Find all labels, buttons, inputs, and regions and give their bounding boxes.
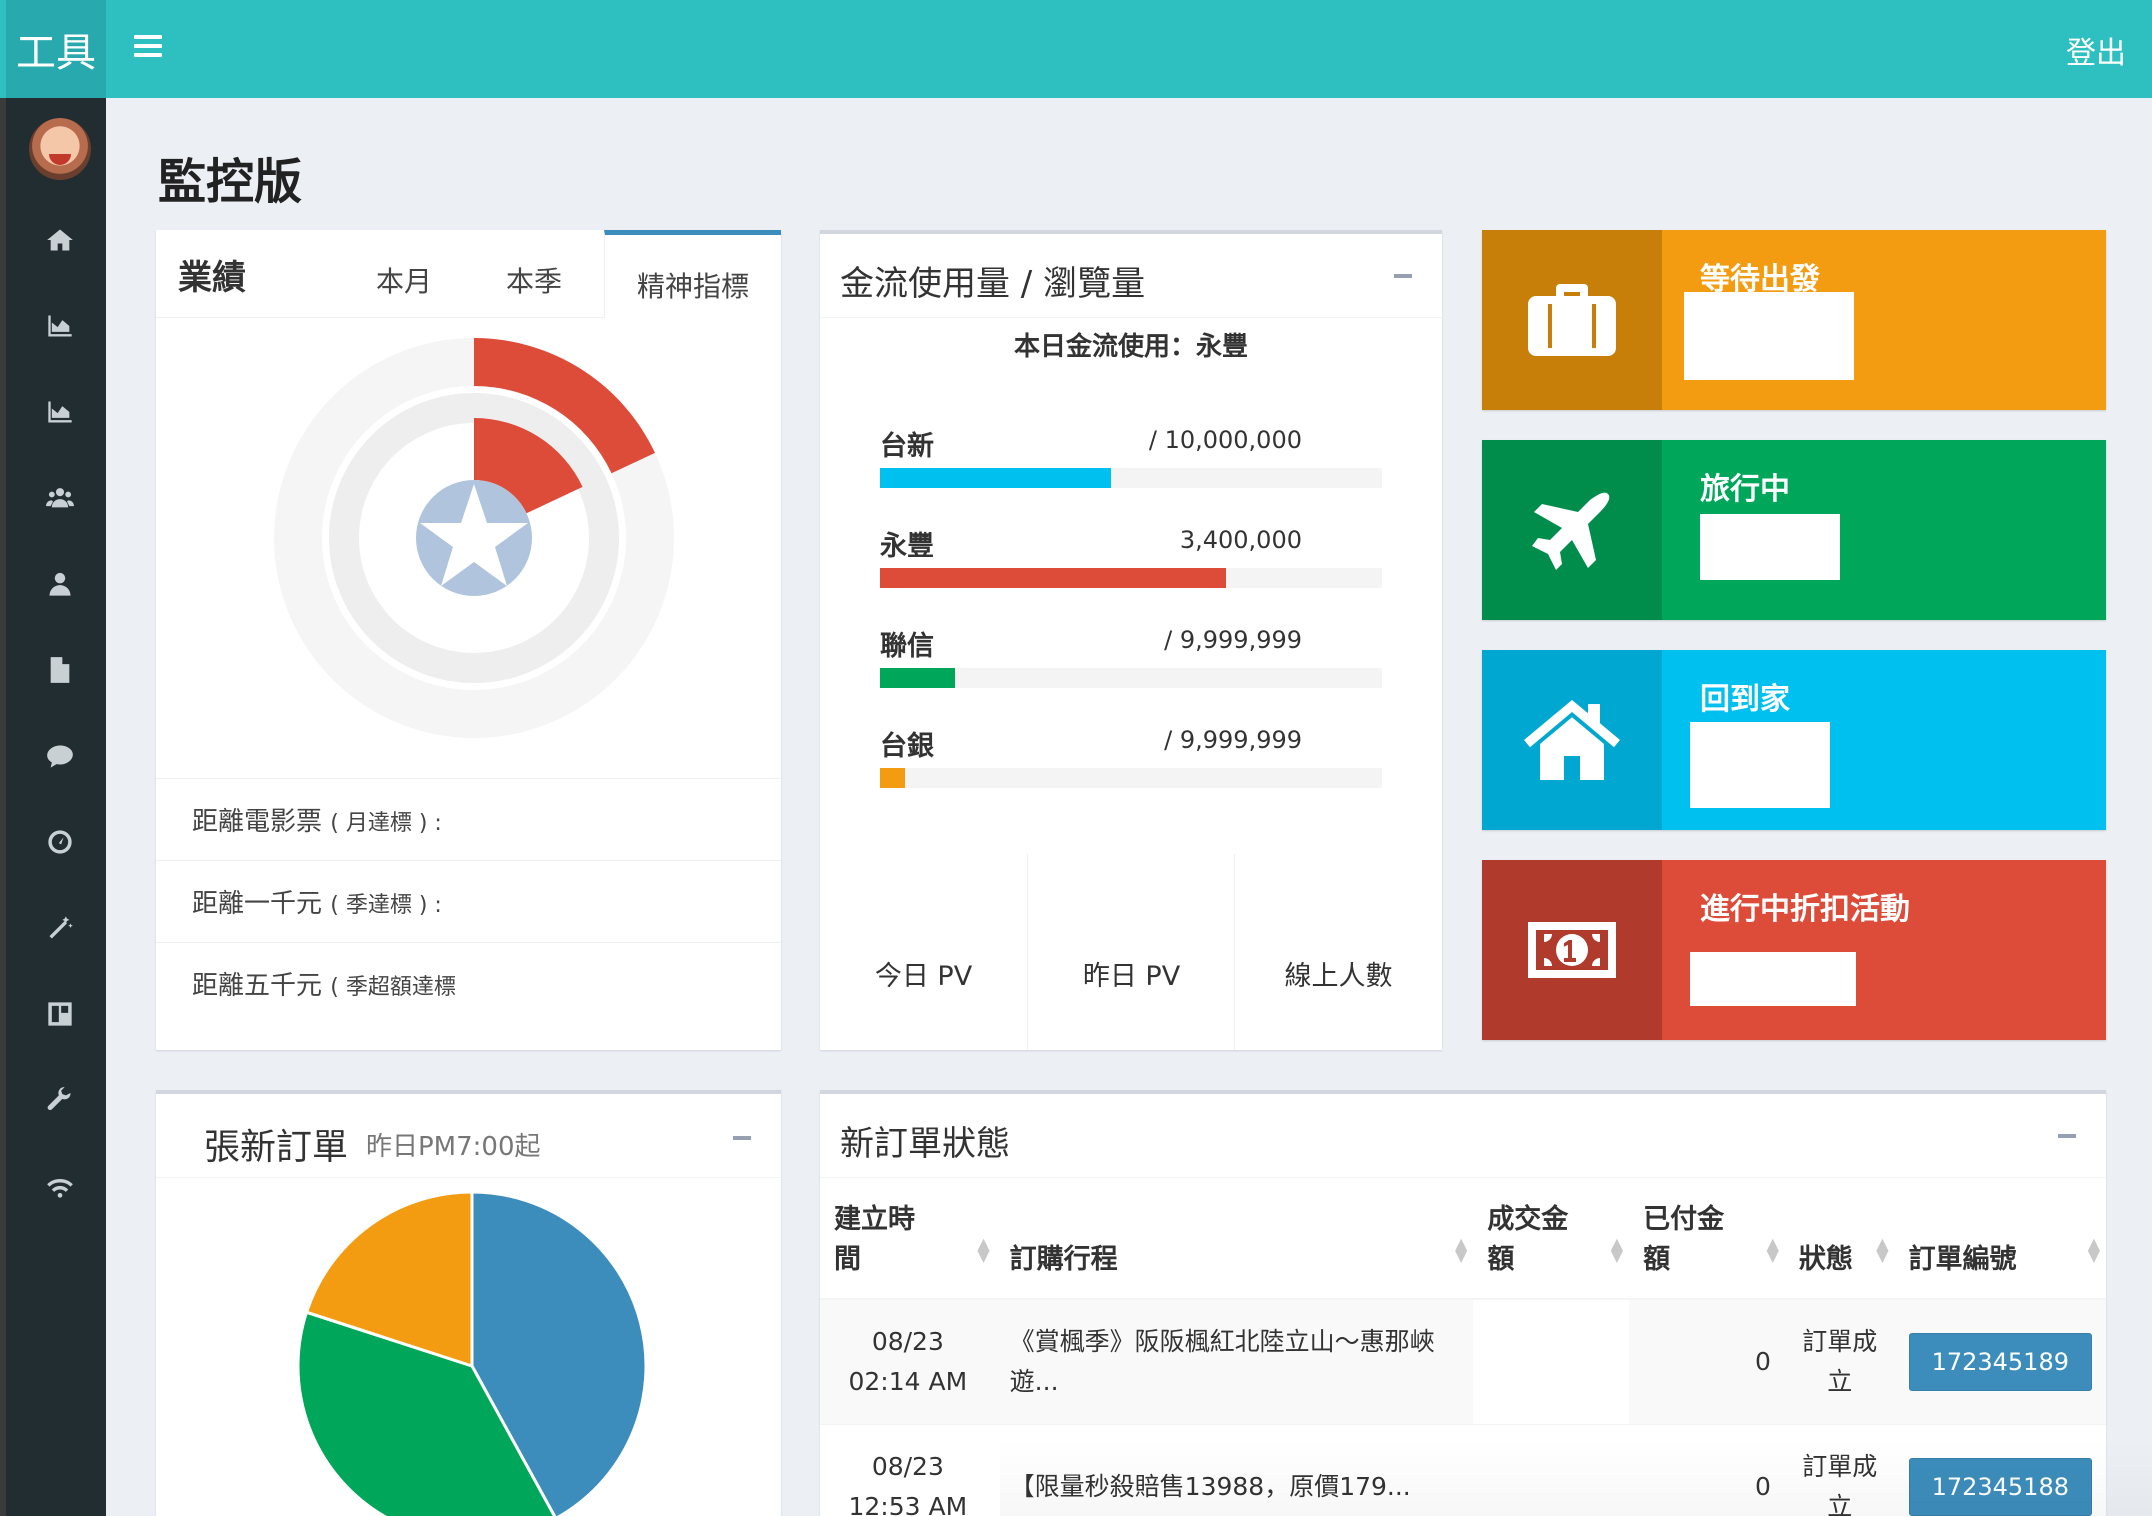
money-icon [1482,860,1662,1040]
wrench-icon[interactable] [46,1086,74,1114]
order-number-button[interactable]: 172345189 [1908,1333,2092,1391]
new-orders-box: 張新訂單 昨日PM7:00起 [156,1090,781,1516]
cell-deal-amount [1473,1424,1630,1516]
redacted-value [1690,722,1830,808]
column-header-paid-amount[interactable]: 已付金額 ▲ ▼ [1629,1178,1785,1300]
goal-row-thousand: 距離一千元 ( 季達標 ) : [156,860,781,942]
orders-title: 張新訂單 [204,1127,349,1168]
performance-title: 業績 [178,258,246,298]
file-icon[interactable] [46,656,74,684]
avatar[interactable] [29,118,91,180]
plane-icon [1482,440,1662,620]
top-navbar: 工具 登出 [0,0,2152,98]
radial-progress-chart [274,338,674,738]
stat-yesterday-pv: 昨日 PV [1027,854,1234,1050]
area-chart-icon[interactable] [46,398,74,426]
cell-order-no: 172345188 [1894,1424,2106,1516]
info-label: 回到家 [1700,682,1790,717]
orders-pie-chart [296,1190,648,1516]
tab-season[interactable]: 本季 [506,260,562,300]
table-icon[interactable] [46,1000,74,1028]
logout-link[interactable]: 登出 [2066,28,2126,72]
app-logo[interactable]: 工具 [6,0,106,98]
redacted-value [1700,514,1840,580]
menu-toggle-icon[interactable] [134,30,162,66]
column-header-state[interactable]: 狀態 ▲ ▼ [1784,1178,1895,1300]
redacted-value [1690,952,1856,1006]
collapse-icon[interactable] [2058,1134,2076,1138]
stat-online-users: 線上人數 [1234,854,1441,1050]
cell-created: 08/23 12:53 AM [820,1424,996,1516]
column-header-order-no[interactable]: 訂單編號 ▲ ▼ [1894,1178,2106,1300]
users-icon[interactable] [46,484,74,512]
home-icon [1482,650,1662,830]
payment-title: 金流使用量 / 瀏覽量 [840,264,1146,304]
orders-header: 張新訂單 昨日PM7:00起 [156,1094,781,1178]
page-title: 監控版 [158,154,303,210]
performance-box: 業績 本月 本季 精神指標 距離電影票 ( 月達標 ) : 距離一千元 ( 季達… [156,230,781,1050]
column-header-trip[interactable]: 訂購行程 ▲ ▼ [995,1178,1474,1300]
suitcase-icon [1482,230,1662,410]
cell-paid-amount: 0 [1629,1298,1785,1425]
user-icon[interactable] [46,570,74,598]
payment-subtitle: 本日金流使用：永豐 [1013,332,1248,362]
payment-usage-box: 金流使用量 / 瀏覽量 本日金流使用：永豐 台新 / 10,000,000 永豐… [820,230,1442,1050]
info-label: 進行中折扣活動 [1700,892,1910,927]
dashboard-icon[interactable] [46,828,74,856]
info-box-discount[interactable]: 進行中折扣活動 [1482,860,2106,1040]
info-box-traveling[interactable]: 旅行中 [1482,440,2106,620]
sidebar [0,98,106,1516]
status-header: 新訂單狀態 [820,1094,2106,1178]
column-header-deal-amount[interactable]: 成交金額 ▲ ▼ [1473,1178,1630,1300]
home-icon[interactable] [46,226,74,254]
area-chart-icon[interactable] [46,312,74,340]
info-label: 旅行中 [1700,472,1790,507]
pageview-stats: 今日 PV 昨日 PV 線上人數 [820,854,1442,1050]
bar-fill [880,668,956,688]
new-order-status-box: 新訂單狀態 建立時間 ▲ ▼ 訂購行程 ▲ ▼ 成交金額 ▲ ▼ 已付金額 ▲ ▼ 狀態 ▲ ▼ 訂… [820,1090,2106,1516]
table-row: 08/23 02:14 AM 《賞楓季》阪阪楓紅北陸立山～惠那峽遊... 0 訂… [820,1298,2106,1425]
performance-header: 業績 本月 本季 精神指標 [156,230,781,318]
redacted-value [1684,292,1854,380]
stat-today-pv: 今日 PV [874,961,973,992]
column-header-created[interactable]: 建立時間 ▲ ▼ [820,1178,996,1300]
bar-fill [880,768,906,788]
comment-icon[interactable] [46,742,74,770]
table-row: 08/23 12:53 AM 【限量秒殺賠售13988，原價179... 0 訂… [820,1424,2106,1516]
cell-state: 訂單成立 [1784,1298,1895,1425]
tab-spirit-index[interactable]: 精神指標 [604,230,781,318]
cell-trip: 【限量秒殺賠售13988，原價179... [995,1424,1474,1516]
wifi-icon[interactable] [46,1172,74,1200]
cell-deal-amount [1473,1298,1630,1425]
cell-state: 訂單成立 [1784,1424,1895,1516]
bar-fill [880,568,1227,588]
order-number-button[interactable]: 172345188 [1908,1458,2092,1516]
collapse-icon[interactable] [733,1136,751,1140]
order-status-table: 建立時間 ▲ ▼ 訂購行程 ▲ ▼ 成交金額 ▲ ▼ 已付金額 ▲ ▼ 狀態 ▲ ▼ 訂單編號 ▲ ▼ … [820,1178,2106,1516]
tab-month[interactable]: 本月 [376,260,432,300]
cell-created: 08/23 02:14 AM [820,1298,996,1425]
magic-icon[interactable] [46,914,74,942]
status-title: 新訂單狀態 [840,1124,1010,1164]
cell-paid-amount: 0 [1629,1424,1785,1516]
cell-order-no: 172345189 [1894,1298,2106,1425]
goal-row-five-thousand: 距離五千元 ( 季超額達標 [156,942,781,1024]
payment-header: 金流使用量 / 瀏覽量 [820,234,1442,318]
info-box-waiting[interactable]: 等待出發 [1482,230,2106,410]
bar-fill [880,468,1111,488]
orders-subtitle: 昨日PM7:00起 [366,1132,541,1162]
info-box-returned[interactable]: 回到家 [1482,650,2106,830]
goal-row-movie: 距離電影票 ( 月達標 ) : [156,778,781,860]
cell-trip: 《賞楓季》阪阪楓紅北陸立山～惠那峽遊... [995,1298,1474,1425]
collapse-icon[interactable] [1394,274,1412,278]
